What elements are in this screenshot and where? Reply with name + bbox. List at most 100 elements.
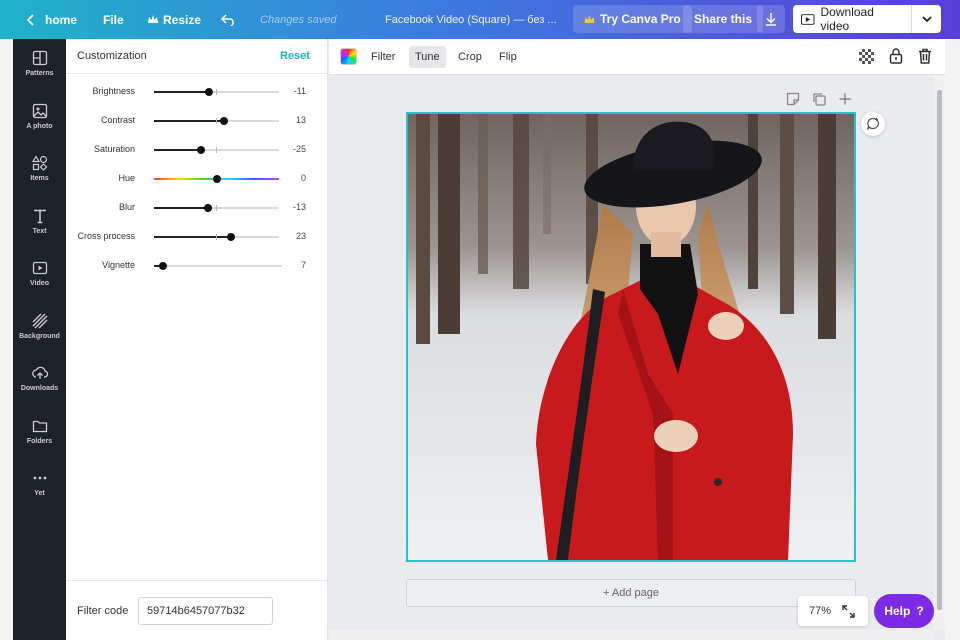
document-title[interactable]: Facebook Video (Square) — без ... xyxy=(385,0,557,39)
slider-value: 13 xyxy=(295,115,306,125)
sidebar-item-background[interactable]: Background xyxy=(13,302,66,350)
undo-icon[interactable] xyxy=(221,0,236,39)
slider-center-tick xyxy=(216,89,217,95)
customization-panel: Customization Reset Brightness -11 Contr… xyxy=(66,39,328,640)
flip-button[interactable]: Flip xyxy=(493,46,523,68)
chevron-down-icon[interactable] xyxy=(911,5,941,33)
slider-value: 23 xyxy=(295,231,306,241)
slider-knob[interactable] xyxy=(227,233,235,241)
note-icon[interactable] xyxy=(785,91,801,107)
saturation-slider-row: Saturation -25 xyxy=(66,140,327,160)
tune-button[interactable]: Tune xyxy=(409,46,446,68)
contrast-slider[interactable] xyxy=(154,117,279,125)
crop-button[interactable]: Crop xyxy=(452,46,488,68)
items-icon xyxy=(31,154,47,171)
slider-knob[interactable] xyxy=(213,175,221,183)
lock-icon[interactable] xyxy=(889,48,903,69)
panel-title: Customization xyxy=(77,50,147,62)
sidebar-item-folders[interactable]: Folders xyxy=(13,407,66,455)
hue-slider-row: Hue 0 xyxy=(66,169,327,189)
sidebar-item-downloads[interactable]: Downloads xyxy=(13,354,66,402)
sidebar-item-patterns[interactable]: Patterns xyxy=(13,39,66,87)
file-menu[interactable]: File xyxy=(103,0,124,39)
photo-icon xyxy=(32,103,47,118)
contrast-slider-row: Contrast 13 xyxy=(66,111,327,131)
filter-code-section: Filter code xyxy=(66,580,327,640)
slider-fill xyxy=(154,120,224,122)
sidebar-item-items[interactable]: Items xyxy=(13,144,66,192)
home-link[interactable]: home xyxy=(45,0,77,39)
saturation-slider[interactable] xyxy=(154,146,279,154)
slider-center-tick xyxy=(216,118,217,124)
trash-icon[interactable] xyxy=(918,48,932,69)
scrollbar-thumb[interactable] xyxy=(937,90,942,610)
help-button[interactable]: Help ? xyxy=(874,594,934,628)
window-edge xyxy=(0,39,13,640)
sidebar-item-label: A photo xyxy=(26,122,53,130)
filter-code-input[interactable] xyxy=(138,597,273,625)
help-label: Help xyxy=(884,604,911,618)
vertical-scrollbar[interactable] xyxy=(934,76,945,630)
hue-slider[interactable] xyxy=(154,175,279,183)
blur-slider[interactable] xyxy=(154,204,279,212)
slider-value: 7 xyxy=(300,260,306,270)
try-canva-pro-button[interactable]: Try Canva Pro xyxy=(573,5,692,33)
fullscreen-icon[interactable] xyxy=(842,604,855,618)
reset-button[interactable]: Reset xyxy=(280,50,310,62)
horizontal-scrollbar[interactable] xyxy=(329,630,934,640)
upload-icon xyxy=(31,366,48,379)
add-icon[interactable] xyxy=(837,91,853,107)
slider-fill xyxy=(154,236,231,238)
add-comment-icon[interactable] xyxy=(861,112,885,136)
duplicate-icon[interactable] xyxy=(811,91,827,107)
share-button[interactable]: Share this xyxy=(683,5,764,33)
resize-button[interactable]: Resize xyxy=(148,0,201,39)
folder-icon xyxy=(32,420,47,432)
sidebar-item-label: Patterns xyxy=(25,69,54,77)
brightness-slider-row: Brightness -11 xyxy=(66,82,327,102)
slider-knob[interactable] xyxy=(159,262,167,270)
transparency-icon[interactable] xyxy=(859,49,874,64)
panel-header: Customization Reset xyxy=(66,39,327,74)
sidebar-item-label: Items xyxy=(30,174,49,182)
vignette-slider-row: Vignette 7 xyxy=(66,256,327,276)
slider-label: Saturation xyxy=(93,144,135,154)
slider-value: -11 xyxy=(293,86,306,96)
slider-center-tick xyxy=(216,205,217,211)
slider-label: Vignette xyxy=(102,260,135,270)
slider-knob[interactable] xyxy=(197,146,205,154)
download-video-label: Download video xyxy=(820,5,874,33)
add-page-button[interactable]: + Add page xyxy=(406,579,856,607)
cross-process-slider[interactable] xyxy=(154,233,279,241)
zoom-level[interactable]: 77% xyxy=(809,605,831,617)
download-video-button[interactable]: Download video xyxy=(793,5,911,33)
brightness-slider[interactable] xyxy=(154,88,279,96)
slider-knob[interactable] xyxy=(205,88,213,96)
slider-knob[interactable] xyxy=(220,117,228,125)
vignette-slider[interactable] xyxy=(154,262,282,270)
question-icon: ? xyxy=(916,604,924,618)
filter-button[interactable]: Filter xyxy=(365,46,401,68)
sidebar-item-more[interactable]: Yet xyxy=(13,459,66,507)
slider-knob[interactable] xyxy=(204,204,212,212)
download-icon[interactable] xyxy=(757,5,785,33)
slider-center-tick xyxy=(216,234,217,240)
crown-icon xyxy=(148,15,158,23)
woman-in-red-coat-photo xyxy=(408,114,854,560)
sidebar-item-video[interactable]: Video xyxy=(13,249,66,297)
slider-label: Hue xyxy=(118,173,135,183)
photo-artboard[interactable] xyxy=(406,112,856,562)
slider-value: -25 xyxy=(292,144,306,154)
cross-process-slider-row: Cross process 23 xyxy=(66,227,327,247)
back-chevron-icon[interactable] xyxy=(26,0,36,39)
sidebar-item-label: Text xyxy=(32,227,47,235)
color-picker-icon[interactable] xyxy=(340,48,357,65)
sidebar-item-photo[interactable]: A photo xyxy=(13,92,66,140)
crown-icon xyxy=(584,14,595,23)
sidebar-item-text[interactable]: Text xyxy=(13,197,66,245)
resize-label: Resize xyxy=(163,12,202,27)
top-bar: home File Resize Changes saved Facebook … xyxy=(0,0,960,39)
slider-label: Cross process xyxy=(77,231,135,241)
slider-fill xyxy=(154,207,208,209)
slider-center-tick xyxy=(216,147,217,153)
